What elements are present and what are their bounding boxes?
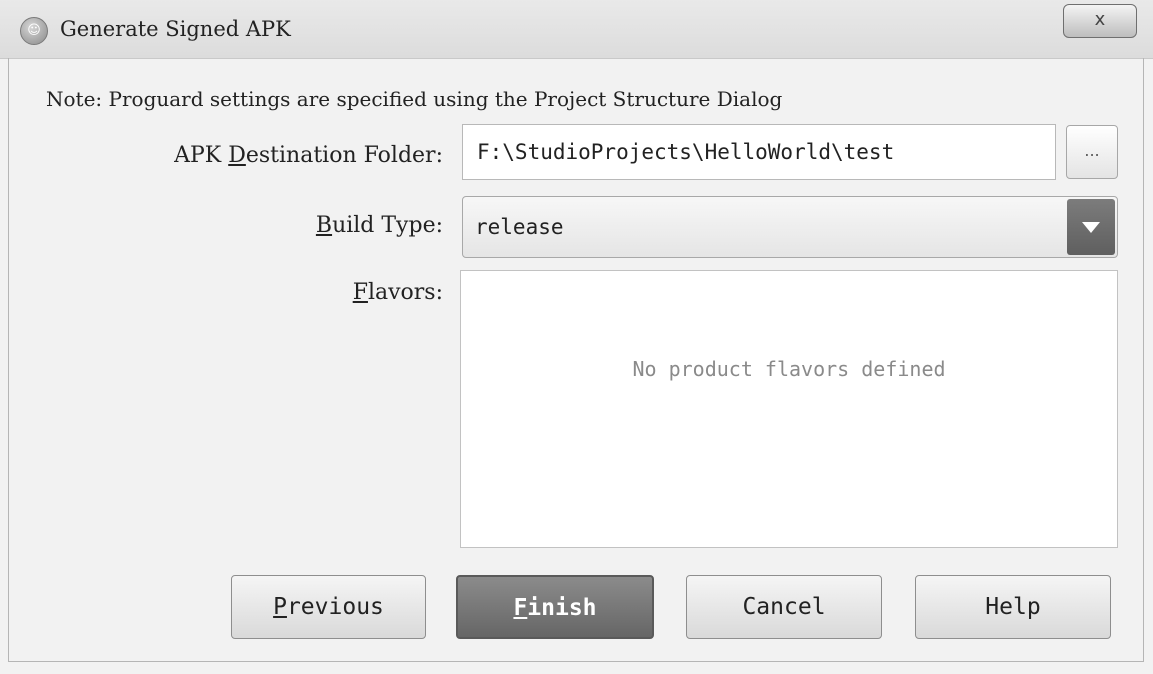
destination-label: APK Destination Folder:: [174, 143, 443, 168]
finish-mnemonic: F: [513, 595, 528, 621]
build-type-label-rest: uild Type:: [332, 213, 443, 238]
flavors-label-rest: lavors:: [367, 280, 443, 305]
app-icon: ☺: [20, 17, 48, 45]
window-title: Generate Signed APK: [60, 17, 291, 41]
help-button[interactable]: Help: [915, 575, 1111, 639]
ellipsis-icon: ...: [1084, 141, 1100, 160]
title-bar: ☺ Generate Signed APK x: [0, 0, 1153, 59]
previous-label: revious: [286, 594, 384, 620]
build-type-select[interactable]: release: [462, 196, 1118, 258]
destination-label-mnemonic: D: [228, 143, 246, 168]
build-type-value: release: [475, 215, 564, 239]
flavors-label: Flavors:: [353, 280, 443, 305]
finish-button[interactable]: Finish: [456, 575, 654, 639]
previous-button[interactable]: Previous: [231, 575, 426, 639]
flavors-empty-text: No product flavors defined: [632, 357, 946, 381]
build-type-label-mnemonic: B: [315, 213, 333, 238]
flavors-label-mnemonic: F: [352, 280, 368, 305]
proguard-note: Note: Proguard settings are specified us…: [46, 87, 783, 111]
previous-mnemonic: P: [273, 594, 287, 620]
build-type-label: Build Type:: [316, 213, 443, 238]
flavors-list[interactable]: No product flavors defined: [460, 270, 1118, 548]
destination-folder-input[interactable]: F:\StudioProjects\HelloWorld\test: [462, 124, 1056, 180]
cancel-button[interactable]: Cancel: [686, 575, 882, 639]
destination-label-rest: estination Folder:: [245, 143, 443, 168]
browse-button[interactable]: ...: [1066, 125, 1118, 179]
chevron-down-icon[interactable]: [1067, 199, 1115, 255]
close-button[interactable]: x: [1063, 4, 1137, 38]
close-icon: x: [1094, 9, 1106, 30]
finish-label: inish: [527, 595, 597, 621]
destination-label-prefix: APK: [174, 143, 229, 168]
